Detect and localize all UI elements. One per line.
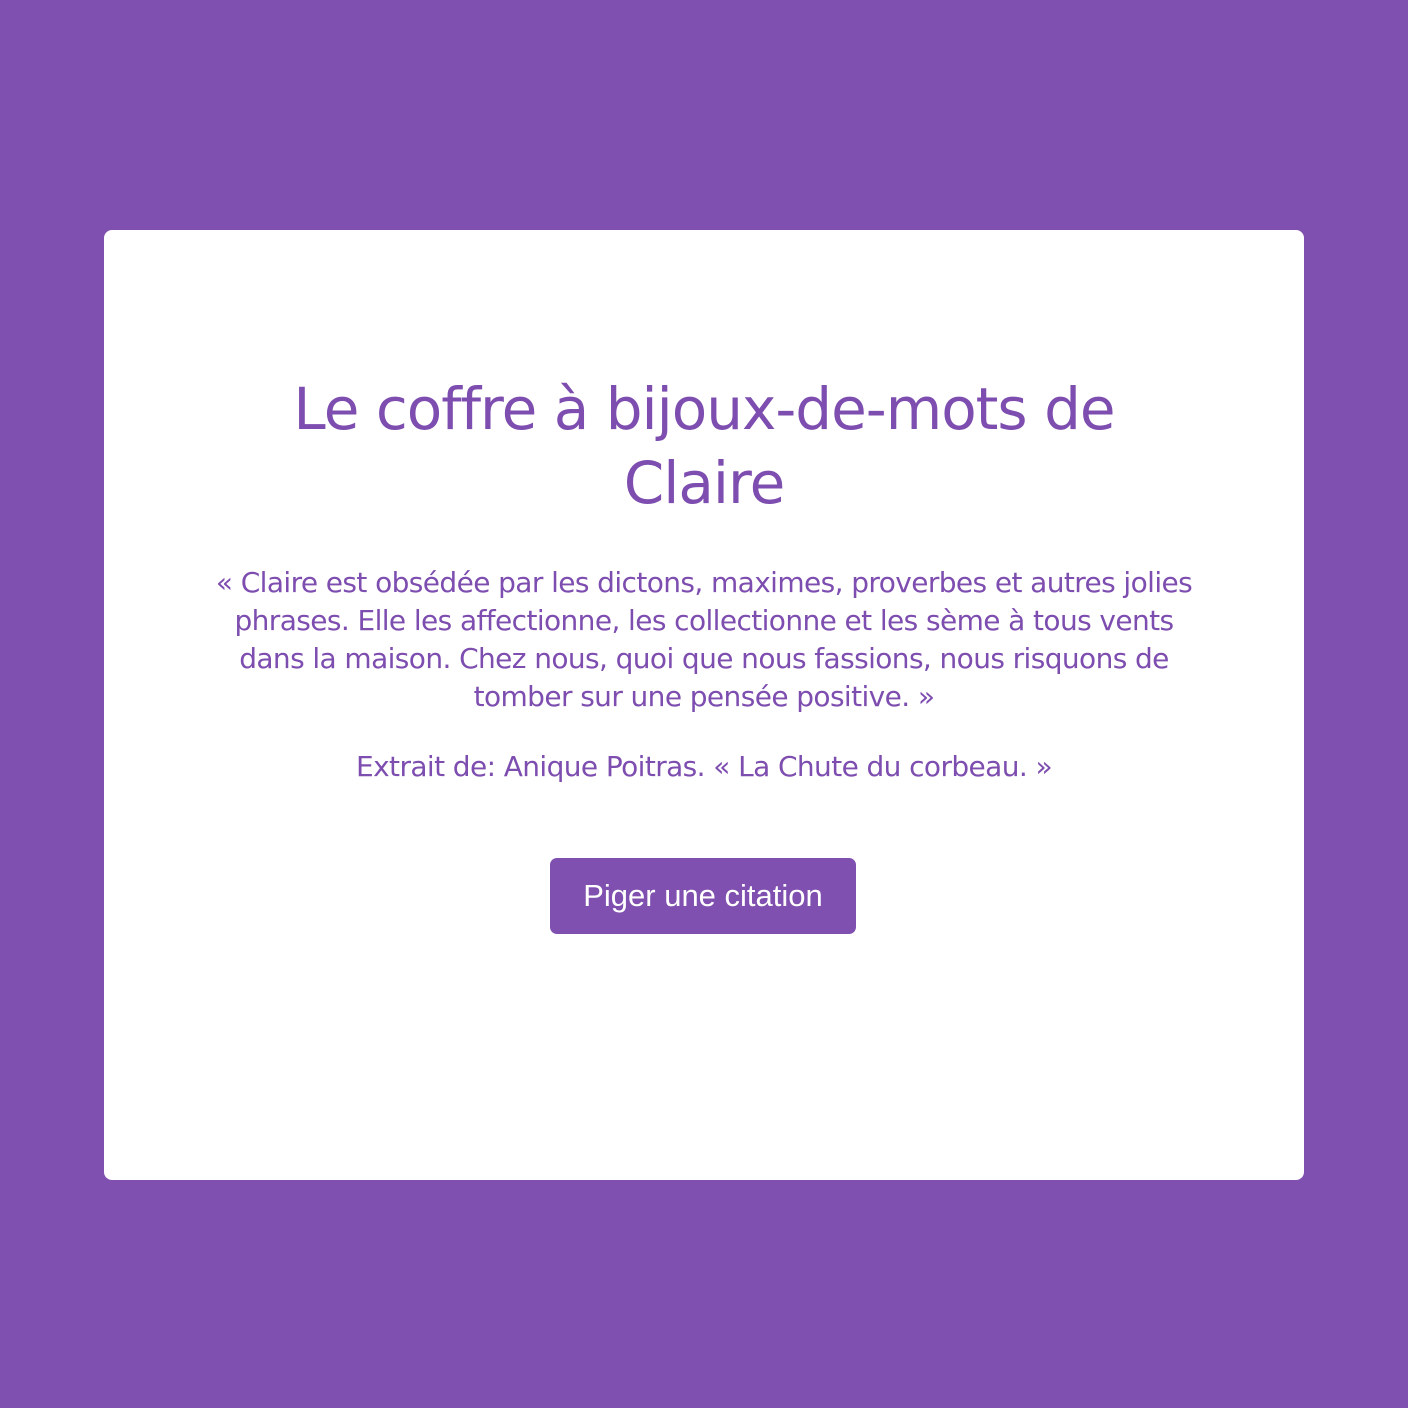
page-title: Le coffre à bijoux-de-mots de Claire (293, 375, 1115, 517)
quote-card: Le coffre à bijoux-de-mots de Claire « C… (104, 230, 1304, 1180)
quote-source: Extrait de: Anique Poitras. « La Chute d… (356, 750, 1053, 783)
page-background: { "card": { "title": "Le coffre à bijoux… (0, 0, 1408, 1408)
quote-text: « Claire est obsédée par les dictons, ma… (215, 566, 1193, 713)
new-quote-button[interactable]: Piger une citation (550, 858, 856, 934)
